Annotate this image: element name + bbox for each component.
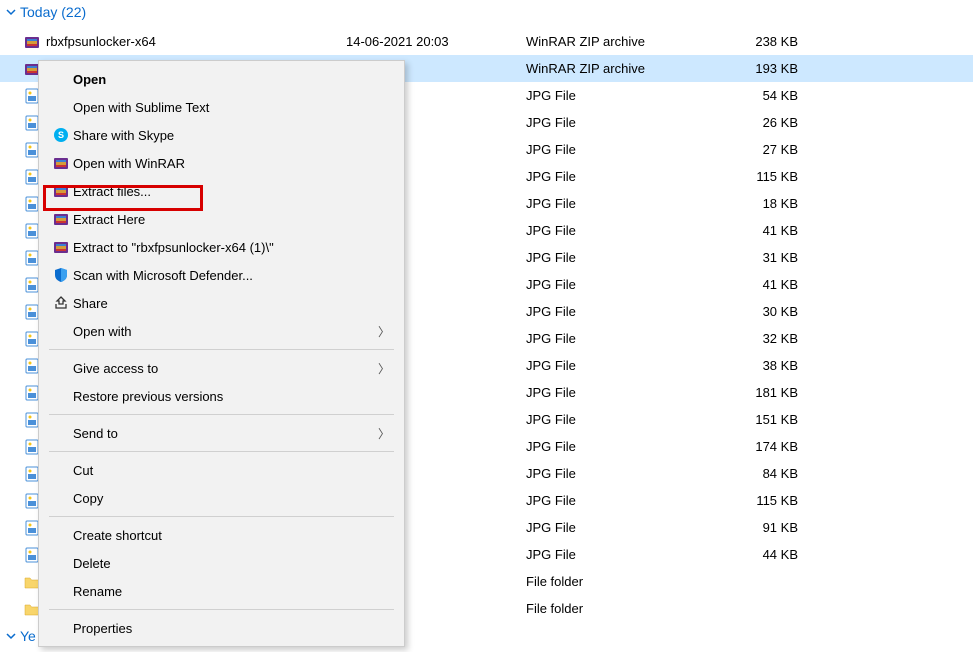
group-label: Today — [20, 4, 57, 20]
menu-extract-here[interactable]: Extract Here — [39, 205, 404, 233]
file-size: 44 KB — [726, 547, 806, 562]
file-size: 151 KB — [726, 412, 806, 427]
menu-create-shortcut[interactable]: Create shortcut — [39, 521, 404, 549]
shield-icon — [49, 267, 73, 283]
file-date: 14-06-2021 20:03 — [346, 34, 526, 49]
file-type: JPG File — [526, 358, 726, 373]
file-size: 41 KB — [726, 223, 806, 238]
file-size: 174 KB — [726, 439, 806, 454]
file-type: JPG File — [526, 547, 726, 562]
file-type: JPG File — [526, 385, 726, 400]
file-type: JPG File — [526, 250, 726, 265]
file-type: JPG File — [526, 520, 726, 535]
menu-extract-files[interactable]: Extract files... — [39, 177, 404, 205]
winrar-icon — [49, 211, 73, 227]
chevron-right-icon: 〉 — [378, 360, 390, 377]
menu-separator — [49, 451, 394, 452]
menu-share-skype[interactable]: Share with Skype — [39, 121, 404, 149]
menu-copy[interactable]: Copy — [39, 484, 404, 512]
file-size: 26 KB — [726, 115, 806, 130]
menu-cut[interactable]: Cut — [39, 456, 404, 484]
file-size: 32 KB — [726, 331, 806, 346]
group-count: (22) — [61, 4, 86, 20]
chevron-down-icon — [6, 7, 16, 17]
file-type: JPG File — [526, 304, 726, 319]
file-size: 30 KB — [726, 304, 806, 319]
file-type: JPG File — [526, 493, 726, 508]
file-type: File folder — [526, 574, 726, 589]
file-type: JPG File — [526, 466, 726, 481]
file-size: 54 KB — [726, 88, 806, 103]
menu-separator — [49, 414, 394, 415]
context-menu: Open Open with Sublime Text Share with S… — [38, 60, 405, 647]
file-type: JPG File — [526, 115, 726, 130]
menu-separator — [49, 349, 394, 350]
menu-open[interactable]: Open — [39, 65, 404, 93]
chevron-down-icon — [6, 631, 16, 641]
file-type: WinRAR ZIP archive — [526, 61, 726, 76]
file-type: JPG File — [526, 142, 726, 157]
menu-separator — [49, 609, 394, 610]
file-size: 31 KB — [726, 250, 806, 265]
menu-restore[interactable]: Restore previous versions — [39, 382, 404, 410]
file-type: File folder — [526, 601, 726, 616]
winrar-icon — [49, 239, 73, 255]
file-size: 84 KB — [726, 466, 806, 481]
winrar-icon — [49, 155, 73, 171]
group-header-today[interactable]: Today (22) — [0, 0, 973, 28]
file-name: rbxfpsunlocker-x64 — [46, 34, 346, 49]
share-icon — [49, 295, 73, 311]
file-size: 27 KB — [726, 142, 806, 157]
file-size: 193 KB — [726, 61, 806, 76]
file-type: JPG File — [526, 88, 726, 103]
file-size: 38 KB — [726, 358, 806, 373]
menu-rename[interactable]: Rename — [39, 577, 404, 605]
skype-icon — [49, 127, 73, 143]
winrar-icon — [49, 183, 73, 199]
winrar-icon — [18, 34, 46, 50]
menu-open-with[interactable]: Open with 〉 — [39, 317, 404, 345]
file-type: JPG File — [526, 196, 726, 211]
group-label: Ye — [20, 628, 36, 644]
menu-open-sublime[interactable]: Open with Sublime Text — [39, 93, 404, 121]
file-size: 18 KB — [726, 196, 806, 211]
menu-open-winrar[interactable]: Open with WinRAR — [39, 149, 404, 177]
file-size: 238 KB — [726, 34, 806, 49]
file-size: 41 KB — [726, 277, 806, 292]
file-type: JPG File — [526, 169, 726, 184]
chevron-right-icon: 〉 — [378, 425, 390, 442]
file-type: JPG File — [526, 439, 726, 454]
file-row[interactable]: rbxfpsunlocker-x6414-06-2021 20:03WinRAR… — [0, 28, 973, 55]
file-size: 115 KB — [726, 169, 806, 184]
file-type: JPG File — [526, 412, 726, 427]
file-size: 181 KB — [726, 385, 806, 400]
menu-extract-to[interactable]: Extract to "rbxfpsunlocker-x64 (1)\" — [39, 233, 404, 261]
file-type: WinRAR ZIP archive — [526, 34, 726, 49]
chevron-right-icon: 〉 — [378, 323, 390, 340]
file-type: JPG File — [526, 331, 726, 346]
menu-properties[interactable]: Properties — [39, 614, 404, 642]
file-size: 115 KB — [726, 493, 806, 508]
menu-separator — [49, 516, 394, 517]
file-type: JPG File — [526, 223, 726, 238]
file-type: JPG File — [526, 277, 726, 292]
menu-give-access[interactable]: Give access to 〉 — [39, 354, 404, 382]
file-size: 91 KB — [726, 520, 806, 535]
menu-scan-defender[interactable]: Scan with Microsoft Defender... — [39, 261, 404, 289]
menu-share[interactable]: Share — [39, 289, 404, 317]
menu-send-to[interactable]: Send to 〉 — [39, 419, 404, 447]
menu-delete[interactable]: Delete — [39, 549, 404, 577]
